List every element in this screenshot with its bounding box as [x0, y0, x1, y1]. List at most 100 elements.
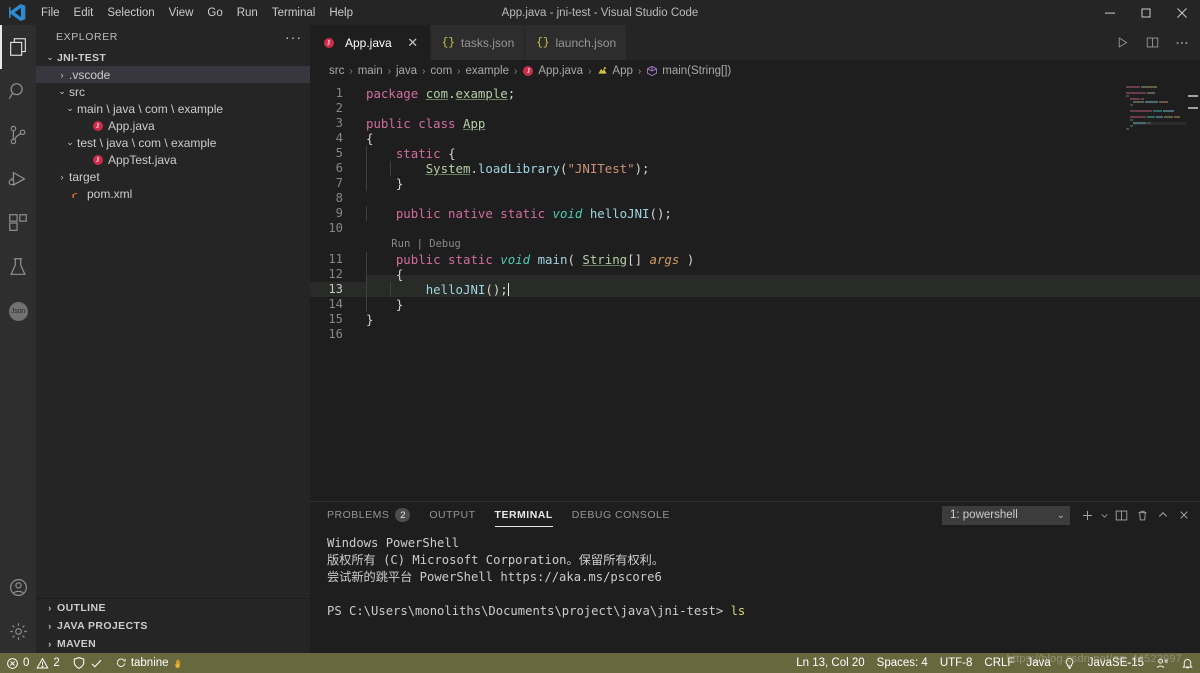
- java-file-icon: J: [90, 154, 105, 165]
- menu-file[interactable]: File: [34, 3, 67, 23]
- tree-item-label: src: [69, 84, 85, 99]
- breadcrumb-item-app-java[interactable]: J App.java: [522, 65, 583, 77]
- close-panel-button[interactable]: [1174, 505, 1194, 525]
- section-maven[interactable]: › MAVEN: [36, 635, 310, 653]
- breadcrumb-label: App: [612, 65, 633, 77]
- run-code-button[interactable]: [1108, 29, 1136, 57]
- menu-view[interactable]: View: [162, 3, 201, 23]
- minimize-button[interactable]: [1092, 0, 1128, 25]
- panel-tab-problems[interactable]: PROBLEMS 2: [327, 502, 411, 528]
- panel-tab-debug-console[interactable]: DEBUG CONSOLE: [572, 502, 670, 528]
- menu-selection[interactable]: Selection: [100, 3, 161, 23]
- editor-group: J App.java ✕ {} tasks.json {} launch.jso…: [310, 25, 1200, 653]
- tab-tasks-json[interactable]: {} tasks.json: [430, 25, 526, 60]
- tree-item-apptest-java[interactable]: · J AppTest.java: [36, 151, 310, 168]
- tree-root-jni-test[interactable]: ⌄ JNI-TEST: [36, 49, 310, 66]
- section-label: OUTLINE: [57, 602, 106, 614]
- tree-item-pom-xml[interactable]: · pom.xml: [36, 185, 310, 202]
- tree-item-src[interactable]: ⌄ src: [36, 83, 310, 100]
- tab-launch-json[interactable]: {} launch.json: [525, 25, 628, 60]
- tree-item-label: test \ java \ com \ example: [77, 135, 217, 150]
- java-runtime-status[interactable]: JavaSE-15: [1082, 653, 1150, 673]
- menu-terminal[interactable]: Terminal: [265, 3, 322, 23]
- tab-close-icon[interactable]: ✕: [406, 35, 420, 51]
- json-file-icon: {}: [536, 36, 550, 49]
- editor-language[interactable]: Java: [1020, 653, 1056, 673]
- activity-search[interactable]: [0, 69, 36, 113]
- notifications-bell-icon[interactable]: [1175, 653, 1200, 673]
- line-number: 12: [328, 267, 343, 281]
- split-editor-button[interactable]: [1138, 29, 1166, 57]
- section-outline[interactable]: › OUTLINE: [36, 599, 310, 617]
- tree-item-target[interactable]: › target: [36, 168, 310, 185]
- tree-item-test-java-com-example[interactable]: ⌄ test \ java \ com \ example: [36, 134, 310, 151]
- activity-source-control[interactable]: [0, 113, 36, 157]
- maximize-button[interactable]: [1128, 0, 1164, 25]
- breadcrumb-item-java[interactable]: java: [396, 65, 417, 77]
- feedback-button[interactable]: [1150, 653, 1175, 673]
- problems-status[interactable]: 0 2: [0, 653, 66, 673]
- maximize-panel-button[interactable]: [1153, 505, 1173, 525]
- overview-mark: [1188, 107, 1198, 109]
- code-editor[interactable]: 1 package com.example; 2 3 public class …: [310, 82, 1200, 501]
- codelens-debug[interactable]: Debug: [429, 238, 461, 250]
- new-terminal-button[interactable]: [1077, 505, 1097, 525]
- activity-testing[interactable]: [0, 245, 36, 289]
- breadcrumb-item-com[interactable]: com: [430, 65, 452, 77]
- line-number: 11: [328, 252, 343, 266]
- breadcrumb-item-example[interactable]: example: [466, 65, 509, 77]
- tree-item-label: target: [69, 169, 100, 184]
- menu-bar: File Edit Selection View Go Run Terminal…: [34, 3, 360, 23]
- tab-label: tasks.json: [460, 35, 515, 50]
- sidebar-more-actions-icon[interactable]: ···: [285, 30, 302, 44]
- code-line: 11 public static void main( String[] arg…: [310, 252, 1200, 267]
- tab-app-java[interactable]: J App.java ✕: [310, 25, 431, 60]
- editor-position[interactable]: Ln 13, Col 20: [790, 653, 870, 673]
- codelens-run[interactable]: Run: [391, 238, 410, 250]
- warning-count: 2: [53, 657, 60, 669]
- java-lightbulb-status[interactable]: [1057, 653, 1082, 673]
- more-actions-button[interactable]: [1168, 29, 1196, 57]
- terminal-output[interactable]: Windows PowerShell 版权所有 (C) Microsoft Co…: [310, 528, 1200, 653]
- code-lines: 1 package com.example; 2 3 public class …: [310, 82, 1200, 501]
- remote-status[interactable]: [66, 653, 109, 673]
- split-terminal-button[interactable]: [1111, 505, 1131, 525]
- terminal-selector[interactable]: 1: powershell ⌄: [942, 505, 1070, 525]
- error-count: 0: [23, 657, 30, 669]
- code-line: 2: [310, 101, 1200, 116]
- tabnine-status[interactable]: tabnine: [109, 653, 192, 673]
- close-button[interactable]: [1164, 0, 1200, 25]
- breadcrumb-item-method-main[interactable]: main(String[]): [646, 65, 731, 77]
- status-bar-left: 0 2 tabnine: [0, 653, 192, 673]
- menu-help[interactable]: Help: [322, 3, 360, 23]
- chevron-right-icon: ›: [60, 171, 64, 182]
- activity-accounts[interactable]: [0, 565, 36, 609]
- breadcrumb-item-src[interactable]: src: [329, 65, 344, 77]
- activity-json-viewer[interactable]: Json: [0, 289, 36, 333]
- breadcrumb-item-class-app[interactable]: App: [596, 65, 633, 77]
- section-java-projects[interactable]: › JAVA PROJECTS: [36, 617, 310, 635]
- kill-terminal-button[interactable]: [1132, 505, 1152, 525]
- new-terminal-dropdown[interactable]: [1098, 505, 1110, 525]
- activity-extensions[interactable]: [0, 201, 36, 245]
- tree-item-vscode[interactable]: › .vscode: [36, 66, 310, 83]
- tree-item-main-java-com-example[interactable]: ⌄ main \ java \ com \ example: [36, 100, 310, 117]
- panel-tab-output[interactable]: OUTPUT: [429, 502, 475, 528]
- menu-run[interactable]: Run: [230, 3, 265, 23]
- minimap[interactable]: [1114, 82, 1186, 501]
- menu-go[interactable]: Go: [200, 3, 229, 23]
- editor-eol[interactable]: CRLF: [978, 653, 1020, 673]
- editor-encoding[interactable]: UTF-8: [934, 653, 979, 673]
- menu-edit[interactable]: Edit: [67, 3, 101, 23]
- activity-manage-settings[interactable]: [0, 609, 36, 653]
- panel-tab-terminal[interactable]: TERMINAL: [494, 502, 554, 528]
- editor-indentation[interactable]: Spaces: 4: [871, 653, 934, 673]
- editor-tabs: J App.java ✕ {} tasks.json {} launch.jso…: [310, 25, 628, 60]
- codelens-actions[interactable]: Run | Debug: [354, 237, 461, 252]
- breadcrumb-item-main[interactable]: main: [358, 65, 383, 77]
- editor-scrollbar[interactable]: [1186, 82, 1200, 501]
- tree-item-app-java[interactable]: · J App.java: [36, 117, 310, 134]
- code-line: 10: [310, 221, 1200, 236]
- activity-run-and-debug[interactable]: [0, 157, 36, 201]
- activity-explorer[interactable]: [0, 25, 36, 69]
